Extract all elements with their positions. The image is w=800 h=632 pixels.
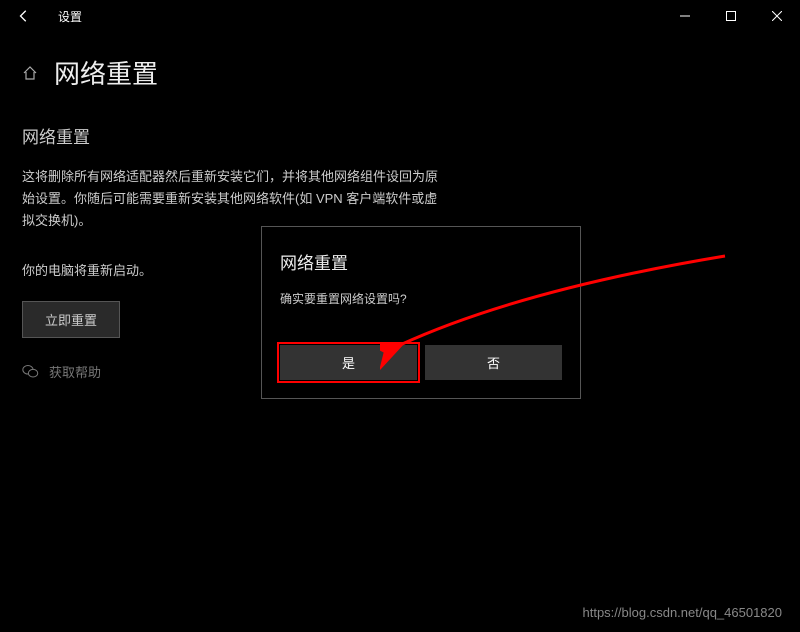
dialog-no-button[interactable]: 否 [425, 345, 562, 380]
help-link-label: 获取帮助 [49, 362, 101, 381]
maximize-icon [726, 11, 736, 21]
home-icon[interactable] [22, 65, 38, 81]
window-controls [662, 0, 800, 32]
close-icon [772, 11, 782, 21]
watermark-text: https://blog.csdn.net/qq_46501820 [583, 605, 783, 620]
maximize-button[interactable] [708, 0, 754, 32]
chat-help-icon [22, 363, 39, 380]
section-heading: 网络重置 [22, 123, 778, 148]
close-button[interactable] [754, 0, 800, 32]
dialog-message: 确实要重置网络设置吗? [280, 290, 562, 307]
titlebar: 设置 [0, 0, 800, 32]
confirm-dialog: 网络重置 确实要重置网络设置吗? 是 否 [261, 226, 581, 399]
page-title: 网络重置 [54, 54, 158, 91]
minimize-icon [680, 11, 690, 21]
arrow-left-icon [17, 9, 31, 23]
description-text: 这将删除所有网络适配器然后重新安装它们，并将其他网络组件设回为原始设置。你随后可… [22, 166, 442, 232]
minimize-button[interactable] [662, 0, 708, 32]
dialog-button-row: 是 否 [280, 345, 562, 380]
back-button[interactable] [8, 0, 40, 32]
reset-now-button[interactable]: 立即重置 [22, 301, 120, 338]
dialog-yes-button[interactable]: 是 [280, 345, 417, 380]
dialog-title: 网络重置 [280, 249, 562, 274]
page-header: 网络重置 [0, 32, 800, 101]
window-title: 设置 [58, 8, 82, 25]
